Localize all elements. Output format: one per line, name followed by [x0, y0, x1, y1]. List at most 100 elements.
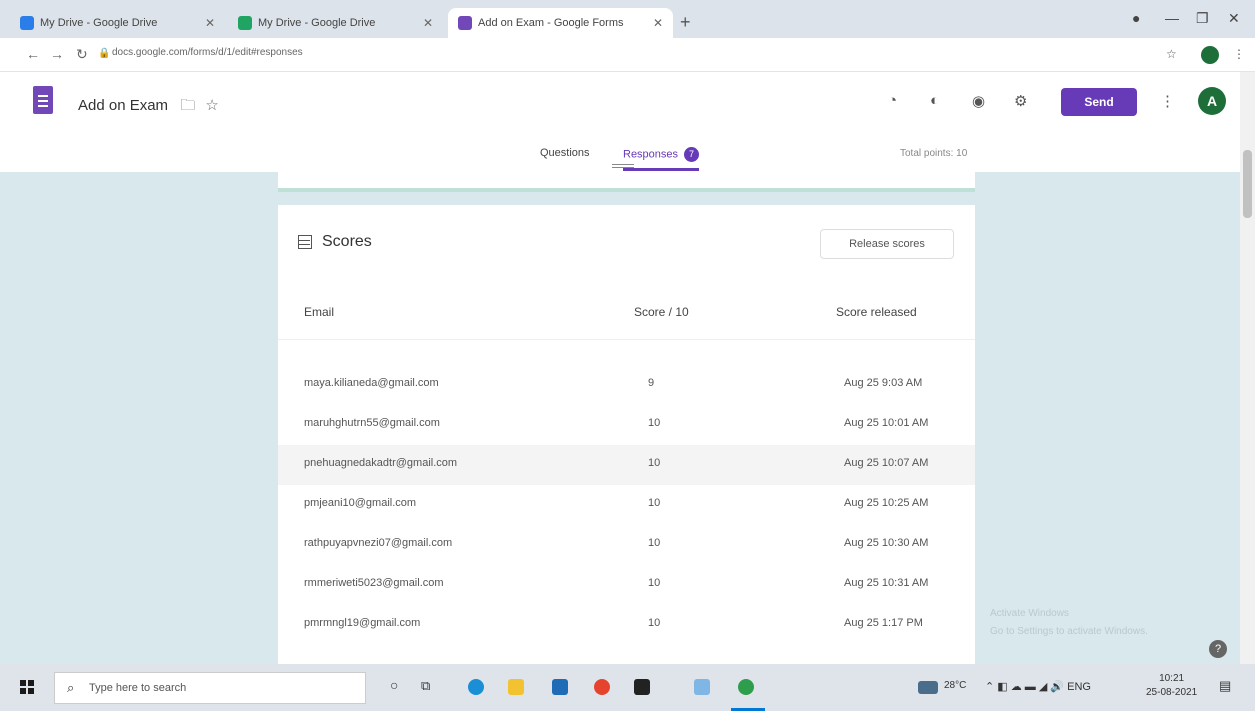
new-tab-icon[interactable]: +	[680, 12, 691, 33]
table-icon	[298, 235, 312, 249]
forward-icon[interactable]: →	[50, 46, 64, 62]
table-row[interactable]: rmmeriweti5023@gmail.com 10 Aug 25 10:31…	[278, 565, 975, 605]
customize-theme-icon[interactable]: ◔	[888, 92, 897, 109]
close-icon[interactable]: ✕	[645, 16, 663, 30]
score-cell: 10	[648, 617, 661, 629]
released-cell: Aug 25 10:01 AM	[844, 417, 929, 429]
close-icon[interactable]: ✕	[197, 16, 215, 30]
lock-icon: 🔒	[98, 48, 111, 59]
table-row[interactable]: maruhghutrn55@gmail.com 10 Aug 25 10:01 …	[278, 405, 975, 445]
drag-handle-icon	[612, 164, 634, 168]
table-row[interactable]: pmjeani10@gmail.com 10 Aug 25 10:25 AM	[278, 485, 975, 525]
store-icon[interactable]	[552, 679, 568, 695]
released-cell: Aug 25 10:07 AM	[844, 457, 929, 469]
task-view-icon[interactable]: ⧉	[421, 678, 430, 694]
profile-icon[interactable]: ●	[1132, 10, 1140, 26]
reload-icon[interactable]: ↻	[76, 46, 88, 63]
column-header-email[interactable]: Email	[304, 305, 334, 319]
send-button[interactable]: Send	[1061, 88, 1137, 116]
taskbar-search-input[interactable]: ⌕ Type here to search	[54, 672, 366, 704]
star-icon[interactable]: ☆	[1166, 47, 1177, 61]
released-cell: Aug 25 10:30 AM	[844, 537, 929, 549]
notifications-icon[interactable]: ▤	[1219, 678, 1231, 694]
scores-card: Scores Release scores Email Score / 10 S…	[278, 205, 975, 665]
column-header-released[interactable]: Score released	[836, 305, 917, 319]
tab-questions[interactable]: Questions	[540, 147, 590, 159]
star-icon[interactable]: ☆	[205, 97, 218, 114]
dropbox-icon[interactable]	[634, 679, 650, 695]
minimize-icon[interactable]: —	[1165, 10, 1179, 26]
forms-favicon-icon	[458, 16, 472, 30]
form-title-text: Add on Exam	[78, 97, 169, 114]
tab-responses[interactable]: Responses 7	[623, 147, 700, 171]
score-cell: 10	[648, 417, 661, 429]
cortana-icon[interactable]: ○	[390, 677, 398, 693]
watermark-line: Activate Windows	[990, 608, 1069, 619]
email-cell: pmrmngl19@gmail.com	[304, 617, 421, 629]
file-explorer-icon[interactable]	[508, 679, 524, 695]
back-icon[interactable]: ←	[26, 46, 40, 62]
folder-icon[interactable]: 🗀	[180, 97, 195, 114]
windows-start-icon[interactable]	[20, 680, 34, 694]
total-points: Total points: 10	[900, 148, 968, 159]
column-header-score[interactable]: Score / 10	[634, 305, 689, 319]
released-cell: Aug 25 10:31 AM	[844, 577, 929, 589]
search-icon: ⌕	[67, 680, 75, 695]
score-cell: 10	[648, 577, 661, 589]
released-cell: Aug 25 1:17 PM	[844, 617, 923, 629]
url-field[interactable]: docs.google.com/forms/d/1/edit#responses	[112, 47, 1092, 63]
preview-eye-icon[interactable]: ◉	[972, 92, 985, 110]
browser-tab-1[interactable]: My Drive - Google Drive ✕	[10, 8, 225, 38]
google-forms-icon[interactable]	[33, 86, 53, 114]
weather-icon[interactable]	[918, 681, 938, 694]
header-divider	[278, 339, 975, 340]
email-cell: pmjeani10@gmail.com	[304, 497, 417, 509]
email-cell: maruhghutrn55@gmail.com	[304, 417, 440, 429]
email-cell: pnehuagnedakadtr@gmail.com	[304, 457, 458, 469]
account-avatar[interactable]: A	[1198, 87, 1226, 115]
browser-tab-title: My Drive - Google Drive	[258, 17, 376, 29]
browser-tab-3[interactable]: Add on Exam - Google Forms ✕	[448, 8, 673, 38]
score-cell: 9	[648, 377, 655, 389]
browser-profile-avatar[interactable]	[1201, 46, 1219, 64]
system-tray-icons[interactable]: ⌃ ◧ ☁ ▬ ◢ 🔊 ENG	[985, 680, 1091, 693]
app-icon[interactable]	[594, 679, 610, 695]
scrollbar-thumb[interactable]	[1243, 150, 1252, 218]
browser-tabbar: My Drive - Google Drive ✕ My Drive - Goo…	[0, 0, 1255, 38]
table-row[interactable]: pnehuagnedakadtr@gmail.com 10 Aug 25 10:…	[278, 445, 975, 485]
settings-gear-icon[interactable]: ⚙	[1014, 92, 1027, 110]
weather-temp[interactable]: 28°C	[944, 680, 966, 691]
close-icon[interactable]: ✕	[415, 16, 433, 30]
address-bar: ← → ↻ 🔒 docs.google.com/forms/d/1/edit#r…	[0, 38, 1255, 72]
clock[interactable]: 10:21 25-08-2021	[1146, 672, 1197, 700]
table-row[interactable]: maya.kilianeda@gmail.com 9 Aug 25 9:03 A…	[278, 365, 975, 405]
maximize-icon[interactable]: ❐	[1196, 10, 1209, 27]
help-icon[interactable]: ?	[1209, 640, 1227, 658]
released-cell: Aug 25 10:25 AM	[844, 497, 929, 509]
release-scores-button[interactable]: Release scores	[820, 229, 954, 259]
table-row[interactable]: rathpuyapvnezi07@gmail.com 10 Aug 25 10:…	[278, 525, 975, 565]
menu-icon[interactable]: ⋮	[1233, 47, 1245, 61]
edge-icon[interactable]	[468, 679, 484, 695]
email-cell: maya.kilianeda@gmail.com	[304, 377, 439, 389]
more-options-icon[interactable]: ⋮	[1160, 92, 1175, 110]
browser-tab-title: My Drive - Google Drive	[40, 17, 158, 29]
form-tabs: Questions Responses 7 Total points: 10	[0, 140, 1255, 172]
chrome-icon[interactable]	[738, 679, 754, 695]
email-cell: rmmeriweti5023@gmail.com	[304, 577, 444, 589]
responses-count-badge: 7	[684, 147, 700, 162]
released-cell: Aug 25 9:03 AM	[844, 377, 923, 389]
scores-heading: Scores	[298, 233, 372, 251]
table-row[interactable]: pmrmngl19@gmail.com 10 Aug 25 1:17 PM	[278, 605, 975, 645]
email-cell: rathpuyapvnezi07@gmail.com	[304, 537, 453, 549]
score-cell: 10	[648, 537, 661, 549]
window-close-icon[interactable]: ✕	[1228, 10, 1240, 27]
drive-favicon-icon	[20, 16, 34, 30]
browser-tab-2[interactable]: My Drive - Google Drive ✕	[228, 8, 443, 38]
watermark-line: Go to Settings to activate Windows.	[990, 626, 1148, 637]
app-icon[interactable]	[694, 679, 710, 695]
palette-icon[interactable]: ◐	[930, 92, 939, 109]
clock-time: 10:21	[1159, 673, 1185, 684]
summary-card-bottom	[278, 172, 975, 192]
form-title[interactable]: Add on Exam 🗀 ☆	[78, 95, 219, 120]
